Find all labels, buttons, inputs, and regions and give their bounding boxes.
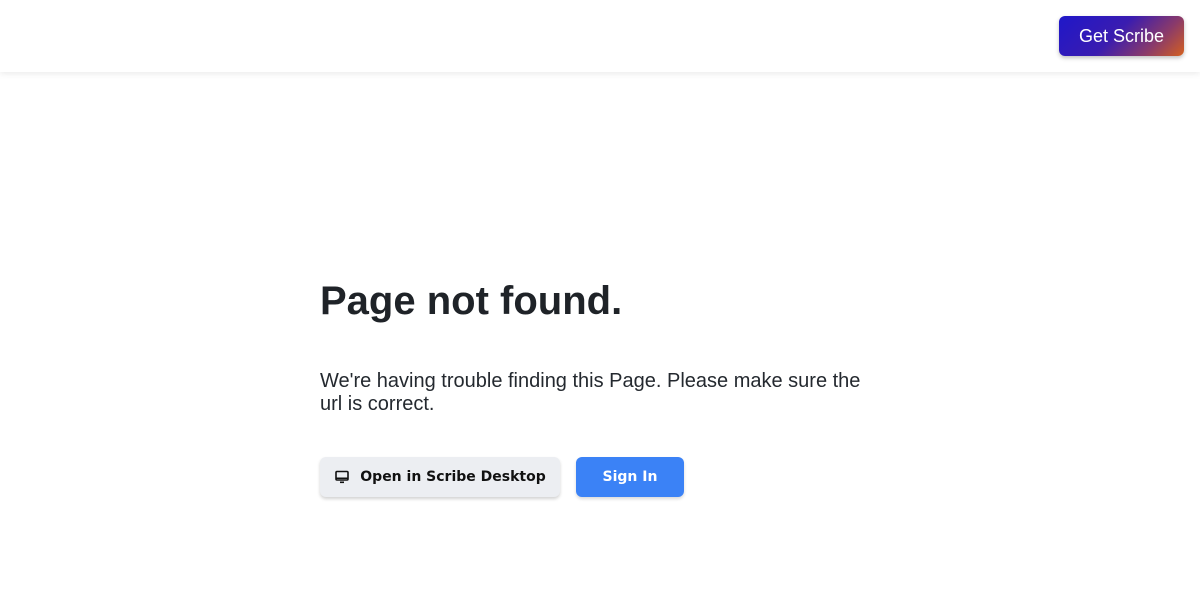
top-bar: Get Scribe <box>0 0 1200 72</box>
sign-in-button[interactable]: Sign In <box>576 457 684 497</box>
page-title: Page not found. <box>320 279 623 323</box>
action-buttons: Open in Scribe Desktop Sign In <box>320 457 880 497</box>
open-in-desktop-button[interactable]: Open in Scribe Desktop <box>320 457 560 497</box>
get-scribe-button[interactable]: Get Scribe <box>1058 16 1184 56</box>
open-in-desktop-label: Open in Scribe Desktop <box>360 469 546 485</box>
error-message: We're having trouble finding this Page. … <box>320 370 861 415</box>
desktop-icon <box>334 469 350 485</box>
not-found-content: Page not found. We're having trouble fin… <box>320 278 880 497</box>
